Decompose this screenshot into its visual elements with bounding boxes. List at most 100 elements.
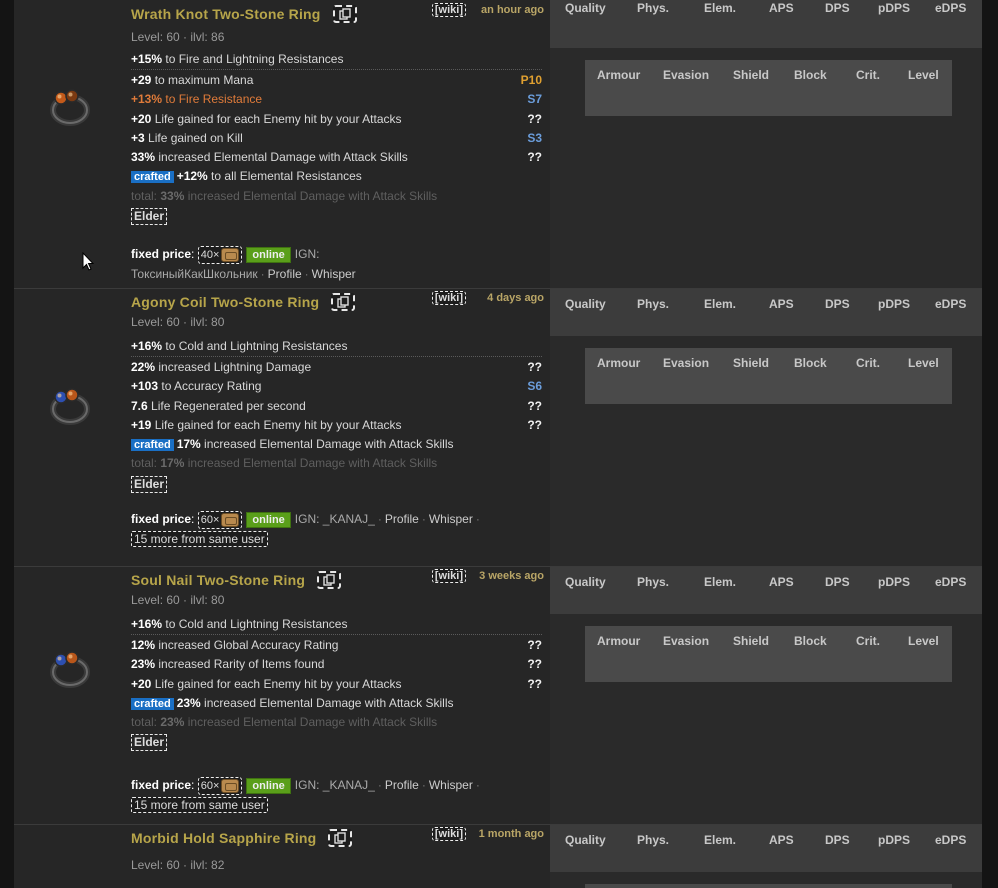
stat-header-phys[interactable]: Phys. xyxy=(637,575,669,589)
price-chip[interactable]: 40 × xyxy=(197,245,243,264)
times-sign: × xyxy=(212,779,220,792)
crafted-mod-text: crafted +12% to all Elemental Resistances xyxy=(131,167,362,186)
stat-header-pdps[interactable]: pDPS xyxy=(878,1,910,15)
defense-header-level[interactable]: Level xyxy=(908,356,939,370)
defense-header-evasion[interactable]: Evasion xyxy=(663,634,709,648)
price-chip[interactable]: 60 × xyxy=(197,510,243,529)
stat-header-dps[interactable]: DPS xyxy=(825,297,850,311)
defense-header-level[interactable]: Level xyxy=(908,68,939,82)
defense-header-armour[interactable]: Armour xyxy=(597,634,640,648)
seller-ign[interactable]: ТоксиныйКакШкольник xyxy=(131,267,258,281)
defense-stat-header: Armour Evasion Shield Block Crit. Level xyxy=(585,626,952,682)
stat-header-quality[interactable]: Quality xyxy=(565,297,606,311)
item-name[interactable]: Agony Coil Two-Stone Ring xyxy=(131,294,319,310)
offense-stat-header: Quality Phys. Elem. APS DPS pDPS eDPS xyxy=(550,289,982,336)
total-value: 33% xyxy=(160,188,185,203)
stat-header-elem[interactable]: Elem. xyxy=(704,575,736,589)
wiki-link[interactable]: [wiki] xyxy=(431,291,466,305)
seller-ign[interactable]: _KANAJ_ xyxy=(323,778,375,792)
copy-icon xyxy=(337,296,349,308)
total-mod: total: 23% increased Elemental Damage wi… xyxy=(131,713,542,732)
stat-header-quality[interactable]: Quality xyxy=(565,1,606,15)
item-level: Level: 60 · ilvl: 82 xyxy=(131,858,225,872)
stat-header-edps[interactable]: eDPS xyxy=(935,833,966,847)
stat-header-aps[interactable]: APS xyxy=(769,1,794,15)
explicit-mod: +20 Life gained for each Enemy hit by yo… xyxy=(131,110,542,129)
defense-header-shield[interactable]: Shield xyxy=(733,634,769,648)
mod-description: Life gained for each Enemy hit by your A… xyxy=(151,417,402,432)
item-icon-cell xyxy=(14,825,125,888)
mod-value: 23% xyxy=(131,657,156,672)
stat-header-phys[interactable]: Phys. xyxy=(637,297,669,311)
defense-header-evasion[interactable]: Evasion xyxy=(663,68,709,82)
defense-header-shield[interactable]: Shield xyxy=(733,68,769,82)
implicit-text: to Cold and Lightning Resistances xyxy=(162,339,348,353)
price-colon: : xyxy=(191,247,198,261)
more-from-user-button[interactable]: 15 more from same user xyxy=(131,531,268,547)
stat-header-phys[interactable]: Phys. xyxy=(637,1,669,15)
wiki-link[interactable]: [wiki] xyxy=(431,3,466,17)
stat-header-pdps[interactable]: pDPS xyxy=(878,833,910,847)
copy-button[interactable] xyxy=(331,293,356,311)
stat-header-pdps[interactable]: pDPS xyxy=(878,575,910,589)
defense-header-evasion[interactable]: Evasion xyxy=(663,356,709,370)
stat-header-pdps[interactable]: pDPS xyxy=(878,297,910,311)
result-row: Morbid Hold Sapphire Ring [wiki] 1 month a… xyxy=(14,824,982,888)
whisper-link[interactable]: Whisper xyxy=(429,512,473,526)
wiki-link[interactable]: [wiki] xyxy=(431,827,466,841)
mod-tier: P10 xyxy=(520,73,542,87)
defense-header-block[interactable]: Block xyxy=(794,356,827,370)
defense-header-block[interactable]: Block xyxy=(794,634,827,648)
seller-ign[interactable]: _KANAJ_ xyxy=(323,512,375,526)
copy-button[interactable] xyxy=(317,571,342,589)
defense-header-crit[interactable]: Crit. xyxy=(856,68,880,82)
price-chip[interactable]: 60 × xyxy=(197,776,243,795)
item-title-line: Wrath Knot Two-Stone Ring xyxy=(131,4,357,24)
explicit-mod: +3 Life gained on Kill S3 xyxy=(131,129,542,148)
defense-header-crit[interactable]: Crit. xyxy=(856,356,880,370)
profile-link[interactable]: Profile xyxy=(385,512,419,526)
stat-header-elem[interactable]: Elem. xyxy=(704,297,736,311)
stat-header-edps[interactable]: eDPS xyxy=(935,297,966,311)
whisper-link[interactable]: Whisper xyxy=(312,267,356,281)
total-mod-text: total: 23% increased Elemental Damage wi… xyxy=(131,713,437,732)
defense-header-crit[interactable]: Crit. xyxy=(856,634,880,648)
mod-tier: ?? xyxy=(527,150,542,165)
crafted-mod: crafted 23% increased Elemental Damage wi… xyxy=(131,694,542,713)
stat-header-aps[interactable]: APS xyxy=(769,833,794,847)
defense-header-level[interactable]: Level xyxy=(908,634,939,648)
stat-header-dps[interactable]: DPS xyxy=(825,575,850,589)
stat-header-edps[interactable]: eDPS xyxy=(935,1,966,15)
total-mod: total: 33% increased Elemental Damage wi… xyxy=(131,187,542,206)
item-name[interactable]: Soul Nail Two-Stone Ring xyxy=(131,572,305,588)
defense-header-armour[interactable]: Armour xyxy=(597,356,640,370)
copy-button[interactable] xyxy=(328,829,353,847)
wiki-link[interactable]: [wiki] xyxy=(431,569,466,583)
stat-header-elem[interactable]: Elem. xyxy=(704,1,736,15)
stat-header-elem[interactable]: Elem. xyxy=(704,833,736,847)
stat-header-aps[interactable]: APS xyxy=(769,297,794,311)
stat-header-phys[interactable]: Phys. xyxy=(637,833,669,847)
mod-tier: ?? xyxy=(527,676,542,691)
more-from-user-button[interactable]: 15 more from same user xyxy=(131,797,268,813)
whisper-link[interactable]: Whisper xyxy=(429,778,473,792)
profile-link[interactable]: Profile xyxy=(385,778,419,792)
scrollbar-track[interactable] xyxy=(982,0,998,888)
ign-label: IGN: xyxy=(294,778,320,792)
item-name[interactable]: Morbid Hold Sapphire Ring xyxy=(131,830,316,846)
stat-header-dps[interactable]: DPS xyxy=(825,833,850,847)
mod-value: 7.6 xyxy=(131,398,148,413)
mod-text: +19 Life gained for each Enemy hit by yo… xyxy=(131,416,402,435)
item-name[interactable]: Wrath Knot Two-Stone Ring xyxy=(131,6,321,22)
stat-header-quality[interactable]: Quality xyxy=(565,833,606,847)
stat-header-dps[interactable]: DPS xyxy=(825,1,850,15)
stat-header-aps[interactable]: APS xyxy=(769,575,794,589)
chaos-orb-icon xyxy=(221,512,240,527)
defense-header-shield[interactable]: Shield xyxy=(733,356,769,370)
stat-header-quality[interactable]: Quality xyxy=(565,575,606,589)
copy-button[interactable] xyxy=(332,5,357,23)
defense-header-armour[interactable]: Armour xyxy=(597,68,640,82)
profile-link[interactable]: Profile xyxy=(268,267,302,281)
stat-header-edps[interactable]: eDPS xyxy=(935,575,966,589)
defense-header-block[interactable]: Block xyxy=(794,68,827,82)
